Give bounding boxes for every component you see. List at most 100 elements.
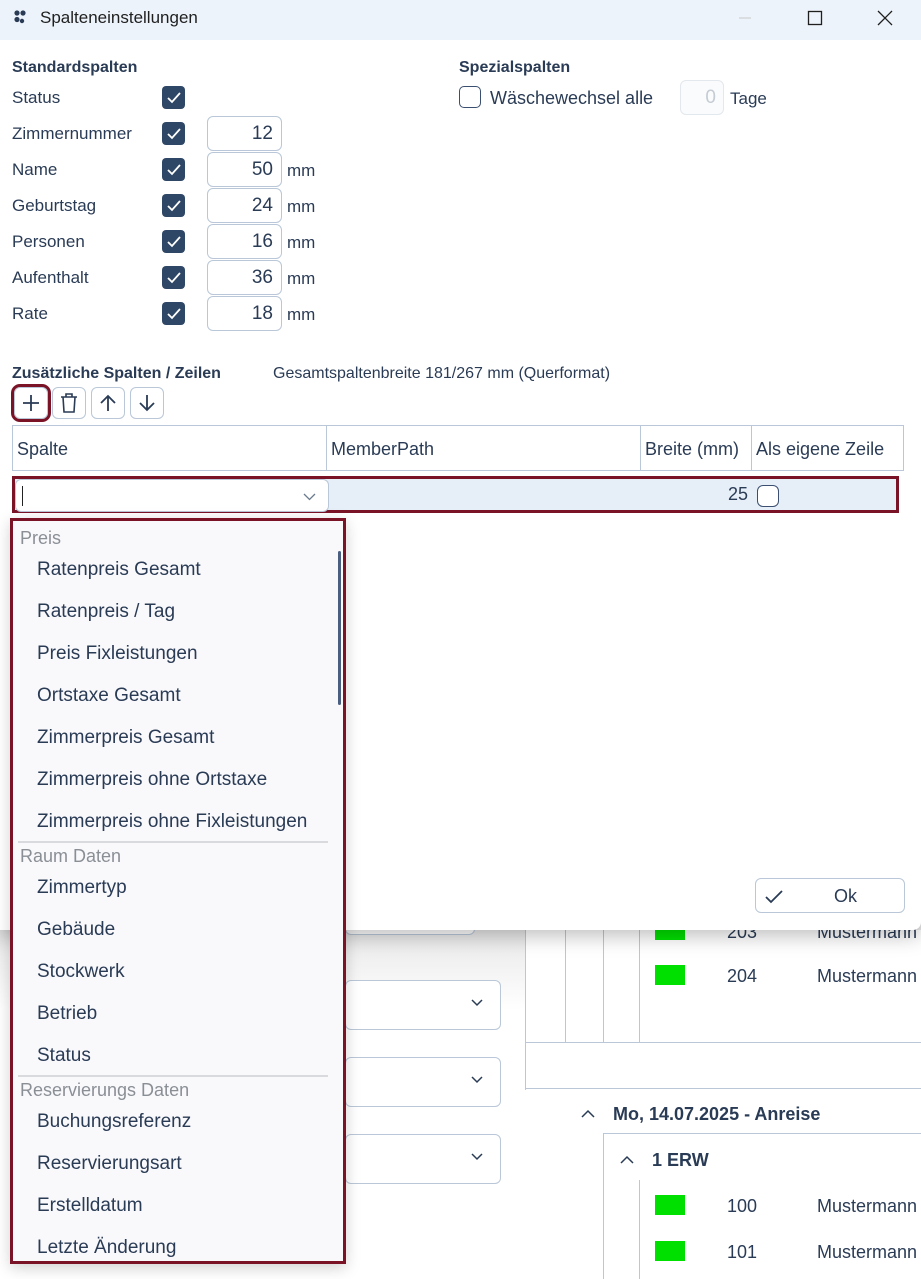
persons-checkbox[interactable] <box>162 230 185 253</box>
arrow-down-icon <box>139 395 155 412</box>
name-width-input[interactable]: 50 <box>207 152 282 187</box>
stay-checkbox[interactable] <box>162 266 185 289</box>
list-item[interactable]: Zimmerpreis ohne Ortstaxe <box>37 769 267 791</box>
checkmark-icon <box>765 890 783 904</box>
trash-icon <box>61 393 77 413</box>
checkmark-icon <box>166 127 181 139</box>
guest-name: Mustermann <box>817 1242 918 1262</box>
days-unit-label: Tage <box>730 89 767 108</box>
list-item[interactable]: Zimmerpreis Gesamt <box>37 727 214 749</box>
list-item[interactable]: Stockwerk <box>37 961 125 983</box>
chevron-down-icon <box>471 1153 483 1161</box>
room-number-checkbox[interactable] <box>162 122 185 145</box>
list-item[interactable]: Erstelldatum <box>37 1195 143 1217</box>
list-item[interactable]: Ratenpreis / Tag <box>37 601 175 623</box>
maximize-icon <box>807 10 823 26</box>
group-divider <box>18 1075 328 1077</box>
background-dropdown-1[interactable] <box>345 980 501 1030</box>
checkmark-icon <box>166 199 181 211</box>
minimize-icon <box>739 17 751 19</box>
column-header-spalte[interactable]: Spalte <box>13 426 327 470</box>
checkmark-icon <box>166 235 181 247</box>
list-item[interactable]: Gebäude <box>37 919 115 941</box>
guest-name: Mustermann <box>817 966 918 986</box>
status-label: Status <box>12 88 61 107</box>
room-number-width-input[interactable]: 12 <box>207 116 282 151</box>
column-header-own-row[interactable]: Als eigene Zeile <box>752 426 904 470</box>
group-header-reservation-data: Reservierungs Daten <box>20 1080 190 1100</box>
name-label: Name <box>12 160 58 179</box>
own-row-checkbox[interactable] <box>757 485 779 507</box>
checkmark-icon <box>166 163 181 175</box>
sub-group-header: 1 ERW <box>652 1150 709 1170</box>
minimize-button[interactable] <box>722 0 768 36</box>
room-number: 101 <box>727 1242 758 1262</box>
standard-columns-heading: Standardspalten <box>12 59 138 76</box>
close-button[interactable] <box>862 0 908 36</box>
guest-name: Mustermann <box>817 1196 918 1216</box>
list-item[interactable]: Status <box>37 1045 91 1067</box>
total-width-info: Gesamtspaltenbreite 181/267 mm (Querform… <box>273 365 611 382</box>
plus-icon <box>23 395 39 411</box>
background-dropdown-2[interactable] <box>345 1057 501 1107</box>
column-header-memberpath[interactable]: MemberPath <box>327 426 641 470</box>
stay-width-input[interactable]: 36 <box>207 260 282 295</box>
checkmark-icon <box>166 307 181 319</box>
arrow-up-icon <box>100 394 116 411</box>
special-columns-heading: Spezialspalten <box>459 59 571 76</box>
list-item[interactable]: Reservierungsart <box>37 1153 182 1175</box>
delete-column-button[interactable] <box>52 387 86 419</box>
table-row[interactable]: 25 <box>12 476 899 513</box>
list-item[interactable]: Ortstaxe Gesamt <box>37 685 181 707</box>
row-width-value[interactable]: 25 <box>728 484 748 505</box>
background-dropdown-3[interactable] <box>345 1134 501 1184</box>
chevron-up-icon[interactable] <box>580 1106 596 1122</box>
title-bar[interactable]: Spalteneinstellungen <box>0 0 921 40</box>
move-up-button[interactable] <box>91 387 125 419</box>
laundry-days-input[interactable]: 0 <box>680 80 724 115</box>
column-select-combobox[interactable] <box>15 479 329 512</box>
app-icon <box>14 10 26 24</box>
list-item[interactable]: Zimmertyp <box>37 877 127 899</box>
chevron-up-icon[interactable] <box>619 1152 635 1168</box>
list-item[interactable]: Betrieb <box>37 1003 97 1025</box>
ok-button-label: Ok <box>834 886 858 906</box>
group-header-room-data: Raum Daten <box>20 846 122 866</box>
name-checkbox[interactable] <box>162 158 185 181</box>
status-indicator <box>655 1195 685 1215</box>
maximize-button[interactable] <box>792 0 838 36</box>
column-options-dropdown[interactable]: Preis Ratenpreis Gesamt Ratenpreis / Tag… <box>10 518 346 1264</box>
list-item[interactable]: Ratenpreis Gesamt <box>37 559 201 581</box>
birthday-checkbox[interactable] <box>162 194 185 217</box>
ok-button[interactable]: Ok <box>755 878 905 913</box>
group-divider <box>18 841 328 843</box>
close-icon <box>877 10 893 26</box>
birthday-label: Geburtstag <box>12 196 97 215</box>
text-cursor <box>22 486 23 506</box>
rate-label: Rate <box>12 304 48 323</box>
date-group-header: Mo, 14.07.2025 - Anreise <box>613 1104 821 1124</box>
list-item[interactable]: Letzte Änderung <box>37 1237 176 1259</box>
birthday-width-input[interactable]: 24 <box>207 188 282 223</box>
room-number-label: Zimmernummer <box>12 124 132 143</box>
unit-label: mm <box>287 197 316 216</box>
stay-label: Aufenthalt <box>12 268 89 287</box>
background-list: 203 Mustermann 204 Mustermann Mo, 14.07.… <box>525 922 921 1279</box>
unit-label: mm <box>287 305 316 324</box>
laundry-change-label: Wäschewechsel alle <box>490 88 654 108</box>
unit-label: mm <box>287 233 316 252</box>
add-column-button[interactable] <box>11 384 51 422</box>
list-item[interactable]: Buchungsreferenz <box>37 1111 191 1133</box>
chevron-down-icon[interactable] <box>303 490 316 503</box>
column-header-width[interactable]: Breite (mm) <box>641 426 752 470</box>
status-indicator <box>655 965 685 985</box>
rate-width-input[interactable]: 18 <box>207 296 282 331</box>
dropdown-scrollbar[interactable] <box>338 551 341 705</box>
list-item[interactable]: Preis Fixleistungen <box>37 643 198 665</box>
list-item[interactable]: Zimmerpreis ohne Fixleistungen <box>37 811 307 833</box>
move-down-button[interactable] <box>130 387 164 419</box>
status-checkbox[interactable] <box>162 86 185 109</box>
rate-checkbox[interactable] <box>162 302 185 325</box>
laundry-change-checkbox[interactable] <box>459 86 481 108</box>
persons-width-input[interactable]: 16 <box>207 224 282 259</box>
